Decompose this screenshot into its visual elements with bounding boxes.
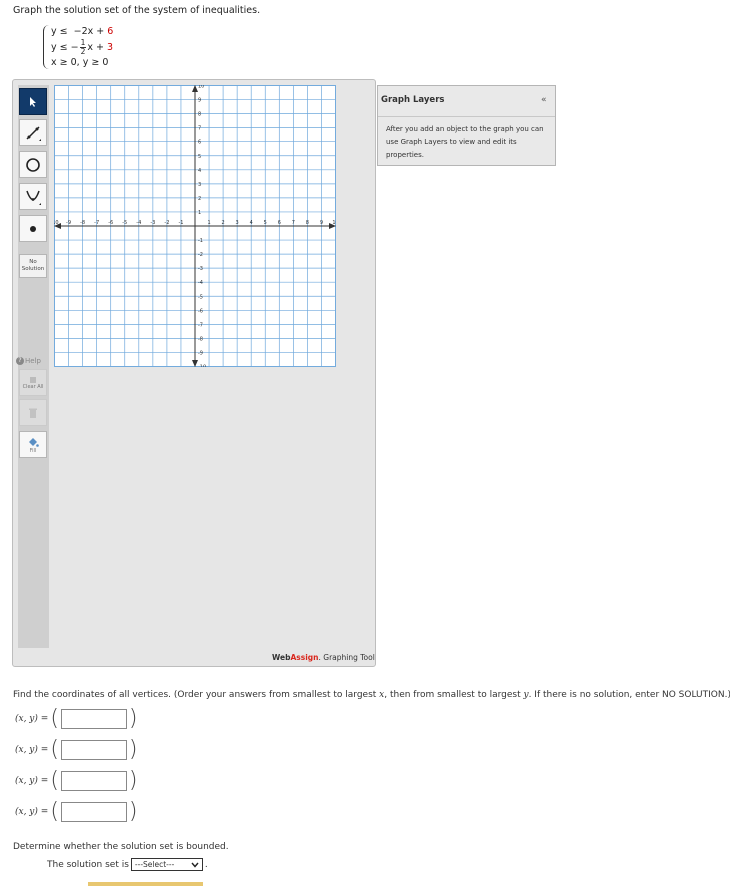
x-tick-label: -2 [164,220,169,226]
x-tick-label: 10 [332,220,336,226]
coordinate-grid[interactable]: -10 -9 -8 -7 -6 -5 -4 -3 -2 -1 1 2 3 4 5 6 7 8 9 10 10 9 8 7 6 5 4… [54,85,336,367]
inequality-2: y ≤ −1 2 x + 3 [51,38,114,56]
x-tick-label: -10 [54,220,59,226]
submit-buttons-partial[interactable] [88,882,203,886]
y-tick-label: 5 [198,154,201,160]
inequality-1: y ≤ −2x + 6 [51,26,114,37]
x-tick-label: 3 [236,220,239,226]
x-tick-label: -8 [80,220,85,226]
point-tool-button[interactable] [19,215,47,242]
delete-button[interactable] [19,399,47,426]
no-solution-button[interactable]: No Solution [19,254,47,278]
y-tick-label: -10 [198,365,206,368]
vertices-prompt: Find the coordinates of all vertices. (O… [13,690,730,700]
y-tick-label: 10 [198,85,204,90]
line-tool-button[interactable] [19,119,47,146]
bounded-question: Determine whether the solution set is bo… [13,842,229,852]
graph-layers-title: Graph Layers [381,95,445,105]
help-icon: ? [16,357,24,365]
y-tick-label: 2 [198,196,201,202]
x-tick-label: 2 [222,220,225,226]
x-tick-label: 1 [207,220,210,226]
divider [378,116,555,117]
y-tick-label: -9 [198,350,203,356]
trash-icon [29,408,37,418]
circle-icon [26,157,40,172]
bounded-answer: The solution set is ---Select--- . [47,858,208,871]
y-tick-label: -1 [198,238,203,244]
pointer-arrow-icon [30,96,36,107]
question-prompt: Graph the solution set of the system of … [13,5,261,16]
vertex-input-4[interactable] [60,802,127,822]
y-tick-label: -6 [198,308,203,314]
x-tick-label: -7 [94,220,99,226]
y-tick-label: 6 [198,140,201,146]
y-tick-label: -4 [198,280,203,286]
vertex-answer-row: (x, y) = ( ) [15,737,138,762]
x-tick-label: -5 [122,220,127,226]
x-tick-label: 9 [320,220,323,226]
chevron-down-icon [191,862,199,868]
parabola-tool-button[interactable] [19,183,47,210]
graph-layers-panel: Graph Layers « After you add an object t… [377,85,556,166]
clear-all-button[interactable]: Clear All [19,369,47,396]
y-tick-label: -2 [198,252,203,258]
bounded-select[interactable]: ---Select--- [130,858,203,871]
help-link[interactable]: ? Help [16,357,41,365]
y-tick-label: 9 [198,98,201,104]
y-tick-label: 3 [198,182,201,188]
vertex-answer-row: (x, y) = ( ) [15,706,138,731]
y-tick-label: -7 [198,322,203,328]
fill-bucket-icon [29,437,39,447]
x-tick-label: -3 [150,220,155,226]
parabola-icon [26,190,41,205]
circle-tool-button[interactable] [19,151,47,178]
x-tick-label: 6 [278,220,281,226]
vertex-input-3[interactable] [60,771,127,791]
x-tick-label: -9 [66,220,71,226]
fraction: 12 [79,38,87,56]
vertex-answer-row: (x, y) = ( ) [15,768,138,793]
x-tick-label: -4 [136,220,141,226]
collapse-icon[interactable]: « [541,95,547,105]
y-tick-label: -5 [198,294,203,300]
inequality-system: y ≤ −2x + 6 y ≤ −1 2 x + 3 x ≥ 0, y ≥ 0 [43,25,114,70]
eraser-icon [30,376,36,383]
y-tick-label: 4 [198,168,201,174]
x-tick-label: 5 [264,220,267,226]
x-tick-label: 7 [292,220,295,226]
vertex-input-1[interactable] [60,709,127,729]
x-tick-label: 4 [250,220,253,226]
vertex-input-2[interactable] [60,740,127,760]
line-ray-icon [26,125,41,141]
y-tick-label: -8 [198,336,203,342]
y-tick-label: 8 [198,112,201,118]
y-tick-label: -3 [198,266,203,272]
fill-tool-button[interactable]: Fill [19,431,47,458]
point-icon [30,225,36,232]
y-tick-label: 1 [198,210,201,216]
inequality-3: x ≥ 0, y ≥ 0 [51,57,109,68]
graph-layers-message: After you add an object to the graph you… [386,125,544,159]
vertex-answer-row: (x, y) = ( ) [15,799,138,824]
pointer-tool-button[interactable] [19,88,47,115]
x-tick-label: 8 [306,220,309,226]
x-tick-label: -1 [178,220,183,226]
system-brace [43,25,50,69]
webassign-logo: WebAssign. Graphing Tool [272,653,375,662]
y-tick-label: 7 [198,126,201,132]
x-tick-label: -6 [108,220,113,226]
